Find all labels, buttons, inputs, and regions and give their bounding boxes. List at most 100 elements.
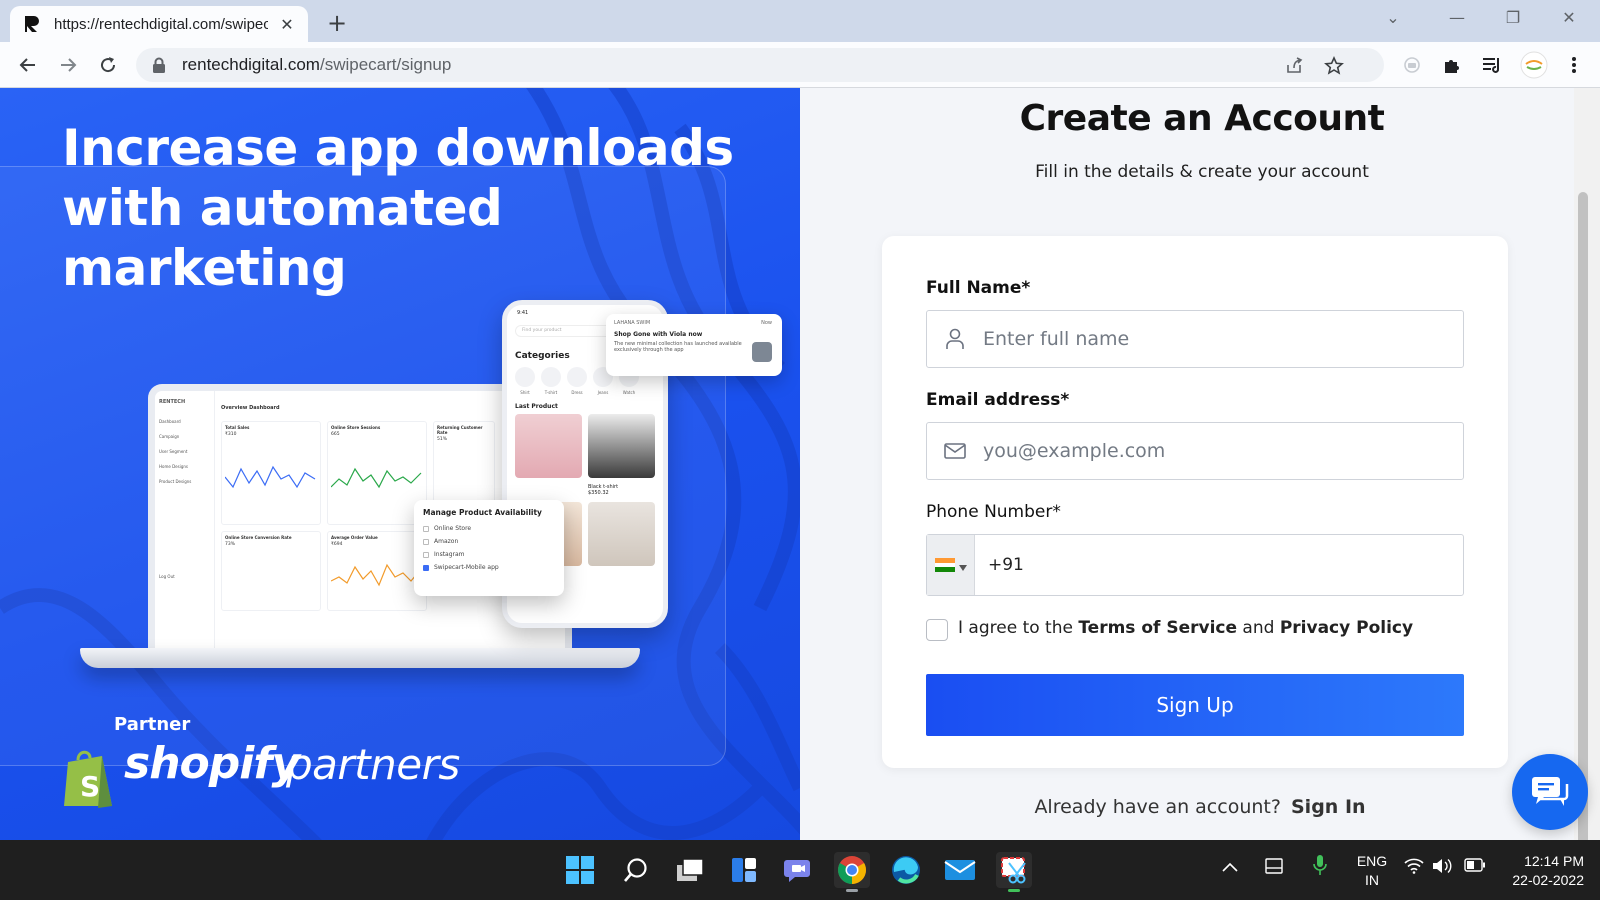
forward-button[interactable]: [54, 51, 82, 79]
mockup-tile-value: ₹310: [225, 432, 237, 437]
email-field[interactable]: [926, 422, 1464, 480]
product-image: [515, 414, 582, 478]
page-title: Create an Account: [1019, 98, 1385, 139]
mail-icon[interactable]: [942, 852, 978, 888]
category-label: Dress: [571, 390, 583, 395]
product-image: [588, 414, 655, 478]
media-queue-icon[interactable]: [1480, 53, 1504, 77]
extension-icon[interactable]: [1400, 53, 1424, 77]
shopify-wordmark: shopify: [124, 738, 300, 789]
sign-in-link[interactable]: Sign In: [1291, 796, 1366, 818]
push-notification-mockup: LAHANA SWIM Now Shop Gone with Viola now …: [606, 314, 782, 376]
reload-icon: [101, 57, 116, 73]
product-image: [588, 502, 655, 566]
full-name-label: Full Name*: [926, 278, 1031, 298]
category-icon: [541, 367, 561, 387]
mockup-sparkline: [224, 465, 316, 489]
scrollbar-thumb[interactable]: [1578, 192, 1588, 840]
url-host: rentechdigital.com: [182, 55, 320, 74]
task-view-icon[interactable]: [672, 852, 708, 888]
share-icon[interactable]: [1284, 56, 1304, 76]
mockup-tile-value: 73%: [225, 542, 236, 547]
mockup-sidebar-item: Product Designs: [159, 479, 192, 484]
mockup-sidebar-item: Log Out: [159, 574, 175, 579]
mockup-sidebar-item: Dashboard: [159, 419, 181, 424]
new-tab-button[interactable]: +: [324, 9, 350, 37]
laptop-base: [80, 648, 640, 668]
mockup-sparkline: [330, 467, 422, 489]
agree-prefix: I agree to the: [958, 618, 1073, 638]
wifi-icon[interactable]: [1404, 858, 1424, 878]
address-bar[interactable]: rentechdigital.com/swipecart/signup: [136, 48, 1384, 82]
mockup-tile-title: Returning Customer Rate: [437, 425, 483, 435]
product-spacer: [515, 484, 582, 496]
browser-tab[interactable]: https://rentechdigital.com/swipecart/sig…: [10, 6, 308, 42]
tab-search-icon[interactable]: ⌄: [1381, 8, 1405, 27]
phone-field[interactable]: +91: [926, 534, 1464, 596]
availability-title: Manage Product Availability: [423, 508, 542, 517]
extensions-puzzle-icon[interactable]: [1440, 53, 1464, 77]
profile-avatar[interactable]: [1520, 51, 1548, 79]
chevron-down-icon: [958, 556, 967, 575]
chrome-taskbar-icon[interactable]: [834, 852, 870, 892]
checked-checkbox-icon: [423, 564, 429, 571]
terms-of-service-link[interactable]: Terms of Service: [1078, 618, 1237, 638]
widgets-icon[interactable]: [726, 852, 762, 888]
page-subtitle: Fill in the details & create your accoun…: [1035, 162, 1369, 182]
availability-label: Online Store: [434, 525, 472, 532]
sign-up-button[interactable]: Sign Up: [926, 674, 1464, 736]
system-clock[interactable]: 12:14 PM 22-02-2022: [1500, 852, 1584, 890]
notification-thumbnail: [752, 342, 772, 362]
volume-icon[interactable]: [1432, 858, 1454, 878]
search-icon[interactable]: [618, 852, 654, 888]
phone-input[interactable]: +91: [975, 535, 1024, 595]
full-name-field[interactable]: [926, 310, 1464, 368]
category-label: Watch: [622, 390, 636, 395]
email-input[interactable]: [983, 440, 1443, 462]
notification-brand: LAHANA SWIM Now: [614, 320, 774, 326]
agree-and: and: [1242, 618, 1275, 638]
terms-agreement: I agree to the Terms of Service and Priv…: [958, 618, 1413, 638]
availability-label: Swipecart-Mobile app: [434, 564, 499, 571]
windows-start-icon[interactable]: [562, 852, 598, 888]
chat-widget-button[interactable]: [1512, 754, 1588, 830]
already-account-text: Already have an account?: [1034, 796, 1281, 818]
close-window-button[interactable]: ✕: [1557, 8, 1581, 27]
availability-label: Amazon: [434, 538, 459, 545]
back-arrow-icon: [19, 58, 35, 72]
microphone-icon[interactable]: [1313, 854, 1327, 880]
terms-checkbox[interactable]: [926, 619, 948, 641]
running-indicator: [846, 889, 858, 892]
back-button[interactable]: [14, 51, 42, 79]
hero-headline: Increase app downloads with automated ma…: [62, 119, 734, 297]
clock-time: 12:14 PM: [1524, 853, 1584, 869]
category-label: Jeans: [597, 390, 609, 395]
product-price: $350.32: [588, 490, 609, 496]
availability-label: Instagram: [434, 551, 465, 558]
region-code: IN: [1365, 872, 1379, 888]
language-indicator[interactable]: ENG IN: [1352, 852, 1392, 890]
edge-browser-icon[interactable]: [888, 852, 924, 888]
privacy-policy-link[interactable]: Privacy Policy: [1280, 618, 1413, 638]
availability-item: Swipecart-Mobile app: [423, 564, 555, 571]
snipping-tool-icon[interactable]: [996, 852, 1032, 892]
teams-chat-icon[interactable]: [780, 852, 816, 888]
mockup-tile: Online Store Conversion Rate 73%: [221, 531, 321, 611]
reload-button[interactable]: [94, 51, 122, 79]
restore-button[interactable]: ❐: [1501, 8, 1525, 27]
forward-arrow-icon: [61, 58, 77, 72]
chevron-up-icon[interactable]: [1222, 858, 1238, 876]
mockup-tile-value: ₹694: [331, 542, 343, 547]
product-availability-card: Manage Product Availability Online Store…: [414, 500, 564, 596]
tab-close-icon[interactable]: ✕: [278, 15, 296, 34]
browser-menu-icon[interactable]: [1562, 53, 1586, 77]
battery-icon[interactable]: [1464, 858, 1486, 876]
country-code-dropdown[interactable]: [927, 535, 975, 595]
minimize-button[interactable]: —: [1445, 8, 1469, 27]
page-viewport: Increase app downloads with automated ma…: [0, 88, 1600, 840]
checkbox-icon: [423, 538, 429, 545]
full-name-input[interactable]: [983, 328, 1443, 350]
url-path: /swipecart/signup: [319, 55, 452, 74]
tablet-mode-icon[interactable]: [1265, 858, 1283, 878]
bookmark-star-icon[interactable]: [1324, 56, 1344, 76]
